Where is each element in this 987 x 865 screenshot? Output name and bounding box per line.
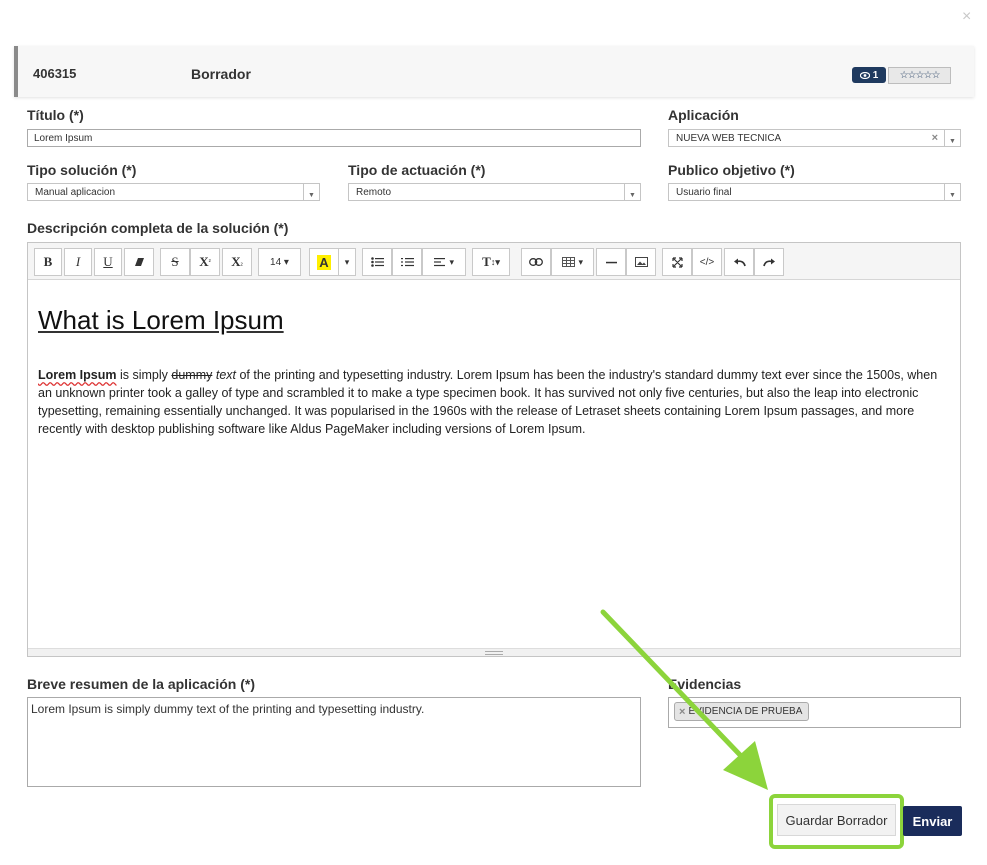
undo-button[interactable] (724, 248, 754, 276)
views-badge: 1 (852, 67, 886, 83)
chevron-down-icon: ▼ (303, 184, 319, 200)
redo-button[interactable] (754, 248, 784, 276)
evidencia-tag-label: EVIDENCIA DE PRUEBA (688, 706, 803, 717)
superscript-button[interactable]: X² (190, 248, 220, 276)
solution-header: 406315 Borrador 1 ☆☆☆☆☆ (14, 46, 974, 97)
table-icon (561, 257, 575, 267)
link-button[interactable] (521, 248, 551, 276)
eraser-button[interactable] (124, 248, 154, 276)
image-button[interactable] (626, 248, 656, 276)
star-rating[interactable]: ☆☆☆☆☆ (888, 67, 951, 84)
editor-text: is simply (116, 368, 172, 382)
titulo-input[interactable]: Lorem Ipsum (27, 129, 641, 147)
send-button[interactable]: Enviar (903, 806, 962, 836)
tipo-solucion-label: Tipo solución (*) (27, 162, 137, 178)
resumen-textarea[interactable]: Lorem Ipsum is simply dummy text of the … (27, 697, 641, 787)
aplicacion-value: NUEVA WEB TECNICA (676, 132, 782, 144)
editor-resize-handle[interactable] (28, 648, 960, 656)
align-dropdown-button[interactable]: ▾ (422, 248, 466, 276)
tipo-actuacion-label: Tipo de actuación (*) (348, 162, 486, 178)
eraser-icon (134, 258, 144, 266)
descripcion-label: Descripción completa de la solución (*) (27, 220, 289, 236)
publico-value: Usuario final (676, 186, 732, 198)
save-draft-button[interactable]: Guardar Borrador (777, 804, 896, 836)
numbered-list-icon (400, 258, 414, 267)
horizontal-rule-icon (605, 261, 617, 263)
close-button[interactable]: × (962, 8, 971, 26)
editor-strike-text: dummy (171, 368, 213, 382)
fullscreen-button[interactable] (662, 248, 692, 276)
chevron-down-icon: ▼ (944, 130, 960, 146)
evidencias-label: Evidencias (668, 676, 742, 692)
solution-id: 406315 (33, 66, 77, 81)
align-left-icon (433, 258, 445, 267)
chevron-down-icon: ▼ (624, 184, 640, 200)
italic-button[interactable]: I (64, 248, 92, 276)
fullscreen-icon (671, 256, 683, 268)
unordered-list-button[interactable] (362, 248, 392, 276)
font-size-value: 14 (270, 256, 282, 268)
rich-text-editor: B I U S X² X₂ 14 ▾ A ▾ ▾ T ↕▾ ▾ </> What… (27, 242, 961, 657)
tipo-solucion-select[interactable]: Manual aplicacion ▼ (27, 183, 320, 201)
titulo-label: Título (*) (27, 107, 84, 123)
editor-content[interactable]: What is Lorem Ipsum Lorem Ipsum is simpl… (38, 305, 948, 438)
line-height-dropdown[interactable]: T ↕▾ (472, 248, 510, 276)
redo-icon (762, 258, 775, 266)
editor-toolbar: B I U S X² X₂ 14 ▾ A ▾ ▾ T ↕▾ ▾ </> (28, 243, 960, 280)
bullet-list-icon (370, 257, 384, 267)
editor-heading: What is Lorem Ipsum (38, 305, 284, 335)
editor-paragraph: Lorem Ipsum is simply dummy text of the … (38, 366, 948, 438)
undo-icon (733, 258, 746, 266)
tipo-actuacion-select[interactable]: Remoto ▼ (348, 183, 641, 201)
evidencias-select[interactable]: × EVIDENCIA DE PRUEBA (668, 697, 961, 728)
ordered-list-button[interactable] (392, 248, 422, 276)
evidencia-tag: × EVIDENCIA DE PRUEBA (674, 702, 810, 721)
aplicacion-label: Aplicación (668, 107, 739, 123)
eye-icon (859, 71, 870, 79)
solution-status: Borrador (191, 66, 251, 82)
link-icon (529, 258, 543, 266)
code-view-button[interactable]: </> (692, 248, 722, 276)
text-color-icon: A (317, 254, 331, 270)
font-size-dropdown[interactable]: 14 ▾ (258, 248, 301, 276)
bold-button[interactable]: B (34, 248, 62, 276)
editor-bold-text: Lorem Ipsum (38, 368, 117, 382)
horizontal-rule-button[interactable] (596, 248, 626, 276)
resumen-label: Breve resumen de la aplicación (*) (27, 676, 255, 692)
editor-italic-text: text (215, 368, 236, 382)
clear-icon[interactable]: × (932, 132, 938, 144)
publico-select[interactable]: Usuario final ▼ (668, 183, 961, 201)
remove-tag-icon[interactable]: × (679, 706, 685, 718)
publico-label: Publico objetivo (*) (668, 162, 795, 178)
aplicacion-select[interactable]: NUEVA WEB TECNICA × ▼ (668, 129, 961, 147)
tipo-actuacion-value: Remoto (356, 186, 392, 198)
text-color-button[interactable]: A (309, 248, 339, 276)
underline-button[interactable]: U (94, 248, 122, 276)
table-dropdown-button[interactable]: ▾ (551, 248, 594, 276)
image-icon (634, 257, 648, 267)
tipo-solucion-value: Manual aplicacion (35, 186, 116, 198)
chevron-down-icon: ▼ (944, 184, 960, 200)
views-count: 1 (872, 69, 879, 81)
strikethrough-button[interactable]: S (160, 248, 190, 276)
subscript-button[interactable]: X₂ (222, 248, 252, 276)
color-dropdown-button[interactable]: ▾ (338, 248, 356, 276)
